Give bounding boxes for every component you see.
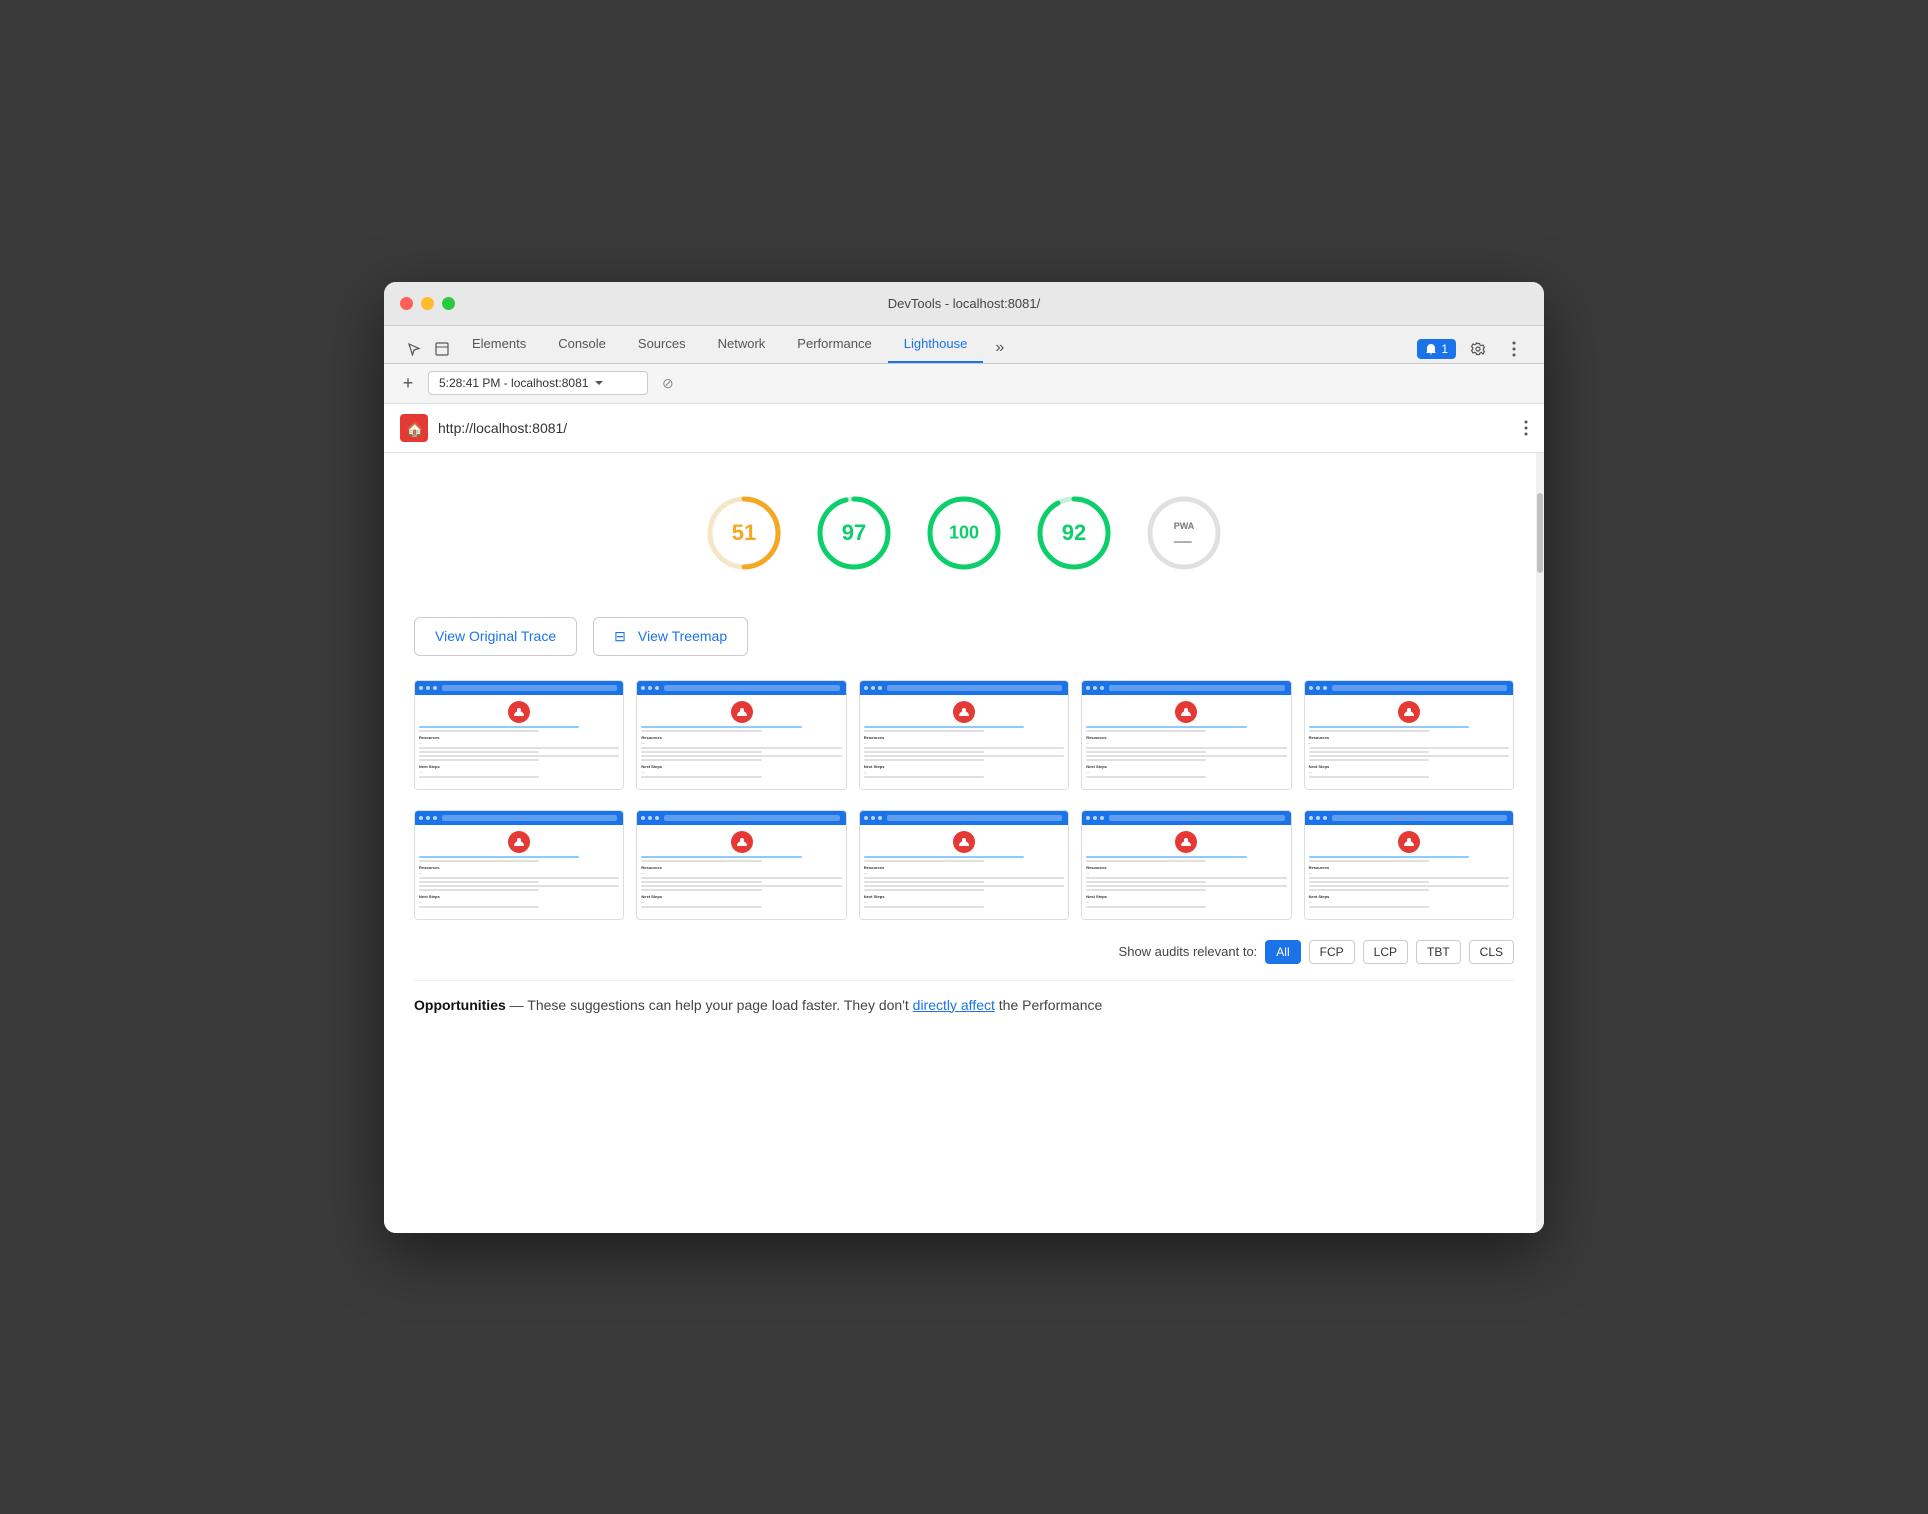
directly-affect-link[interactable]: directly affect xyxy=(913,997,995,1013)
url-row: 🏠 http://localhost:8081/ xyxy=(384,404,1544,453)
close-button[interactable] xyxy=(400,297,413,310)
panel-icon[interactable] xyxy=(428,335,456,363)
action-buttons-row: View Original Trace ⊟ View Treemap xyxy=(414,617,1514,656)
screenshot-1: Resources — Next Steps — xyxy=(414,680,624,790)
scrollbar-track[interactable] xyxy=(1536,453,1544,1233)
screenshot-6: Resources — Next Steps — xyxy=(414,810,624,920)
addressbar-value: 5:28:41 PM - localhost:8081 xyxy=(439,376,588,390)
view-original-trace-button[interactable]: View Original Trace xyxy=(414,617,577,656)
screenshot-7: Resources — Next Steps — xyxy=(636,810,846,920)
audit-filter-row: Show audits relevant to: All FCP LCP TBT… xyxy=(414,940,1514,964)
score-pwa: PWA — xyxy=(1144,493,1224,587)
filter-lcp-button[interactable]: LCP xyxy=(1363,940,1408,964)
devtools-window: DevTools - localhost:8081/ Elements Cons… xyxy=(384,282,1544,1233)
pwa-circle: PWA — xyxy=(1144,493,1224,573)
score-performance: 51 xyxy=(704,493,784,587)
screenshots-row-1: Resources — Next Steps — xyxy=(414,680,1514,790)
best-practices-circle: 100 xyxy=(924,493,1004,573)
filter-cls-button[interactable]: CLS xyxy=(1469,940,1514,964)
main-content-wrapper: 51 97 xyxy=(384,453,1544,1233)
filter-all-button[interactable]: All xyxy=(1265,940,1300,964)
addressbar-row: + 5:28:41 PM - localhost:8081 ⊘ xyxy=(384,364,1544,404)
three-dots-icon[interactable] xyxy=(1500,335,1528,363)
opportunities-text: — These suggestions can help your page l… xyxy=(506,997,913,1013)
screenshot-4: Resources — Next Steps — xyxy=(1081,680,1291,790)
screenshots-row-2: Resources — Next Steps — xyxy=(414,810,1514,920)
screenshot-3: Resources — Next Steps — xyxy=(859,680,1069,790)
tab-performance[interactable]: Performance xyxy=(781,326,887,363)
notification-count: 1 xyxy=(1441,342,1448,356)
page-url: http://localhost:8081/ xyxy=(438,420,1514,436)
titlebar: DevTools - localhost:8081/ xyxy=(384,282,1544,326)
accessibility-score: 97 xyxy=(842,520,866,546)
screenshot-9: Resources — Next Steps — xyxy=(1081,810,1291,920)
tab-elements[interactable]: Elements xyxy=(456,326,542,363)
tab-network[interactable]: Network xyxy=(702,326,782,363)
accessibility-circle: 97 xyxy=(814,493,894,573)
score-best-practices: 100 xyxy=(924,493,1004,587)
scores-row: 51 97 xyxy=(414,473,1514,617)
notification-button[interactable]: 1 xyxy=(1417,339,1456,359)
screenshot-5: Resources — Next Steps — xyxy=(1304,680,1514,790)
settings-icon[interactable] xyxy=(1464,335,1492,363)
score-accessibility: 97 xyxy=(814,493,894,587)
performance-circle: 51 xyxy=(704,493,784,573)
maximize-button[interactable] xyxy=(442,297,455,310)
opportunities-section: Opportunities — These suggestions can he… xyxy=(414,980,1514,1023)
tab-bar: Elements Console Sources Network Perform… xyxy=(384,326,1544,364)
filter-tbt-button[interactable]: TBT xyxy=(1416,940,1461,964)
window-title: DevTools - localhost:8081/ xyxy=(888,296,1040,311)
url-more-icon[interactable] xyxy=(1524,420,1528,436)
tab-bar-right: 1 xyxy=(1417,335,1528,363)
performance-score: 51 xyxy=(732,520,756,546)
screenshot-2: Resources — Next Steps — xyxy=(636,680,846,790)
tab-lighthouse[interactable]: Lighthouse xyxy=(888,326,984,363)
screenshot-8: Resources — Next Steps — xyxy=(859,810,1069,920)
treemap-icon: ⊟ xyxy=(614,628,626,645)
scrollbar-thumb[interactable] xyxy=(1537,493,1543,573)
new-tab-button[interactable]: + xyxy=(396,373,420,394)
seo-circle: 92 xyxy=(1034,493,1114,573)
more-tabs-button[interactable]: » xyxy=(987,333,1012,363)
lighthouse-logo-icon: 🏠 xyxy=(400,414,428,442)
screenshot-10: Resources — Next Steps — xyxy=(1304,810,1514,920)
score-seo: 92 xyxy=(1034,493,1114,587)
tab-sources[interactable]: Sources xyxy=(622,326,702,363)
audit-filter-label: Show audits relevant to: xyxy=(1119,944,1258,959)
addressbar-input[interactable]: 5:28:41 PM - localhost:8081 xyxy=(428,371,648,395)
no-entry-icon[interactable]: ⊘ xyxy=(662,375,674,392)
minimize-button[interactable] xyxy=(421,297,434,310)
svg-text:🏠: 🏠 xyxy=(406,421,423,438)
opportunities-title: Opportunities xyxy=(414,997,506,1013)
lighthouse-main: 51 97 xyxy=(384,453,1544,1233)
filter-fcp-button[interactable]: FCP xyxy=(1309,940,1355,964)
cursor-icon[interactable] xyxy=(400,335,428,363)
view-treemap-button[interactable]: ⊟ View Treemap xyxy=(593,617,748,656)
opportunities-text2: the Performance xyxy=(995,997,1102,1013)
best-practices-score: 100 xyxy=(949,522,979,543)
window-controls xyxy=(400,297,455,310)
tab-console[interactable]: Console xyxy=(542,326,622,363)
pwa-score: PWA — xyxy=(1174,516,1195,550)
seo-score: 92 xyxy=(1062,520,1086,546)
